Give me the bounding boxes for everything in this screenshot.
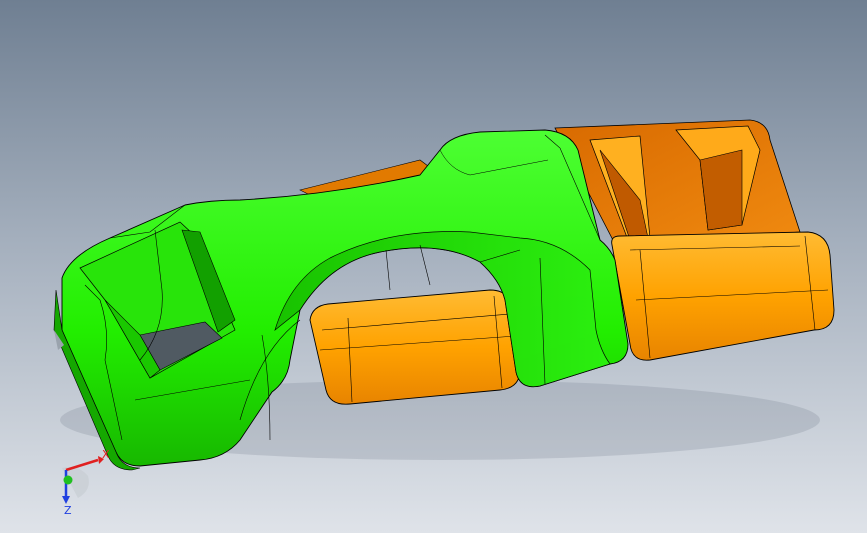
buckle-model[interactable] bbox=[0, 0, 867, 533]
z-axis-arrow bbox=[62, 496, 70, 504]
3d-viewport[interactable]: X Z bbox=[0, 0, 867, 533]
z-axis-label: Z bbox=[64, 504, 72, 516]
x-axis-label: X bbox=[102, 448, 110, 461]
y-axis-dot bbox=[63, 475, 73, 485]
x-axis bbox=[65, 458, 99, 472]
orientation-triad[interactable]: X Z bbox=[48, 446, 118, 516]
